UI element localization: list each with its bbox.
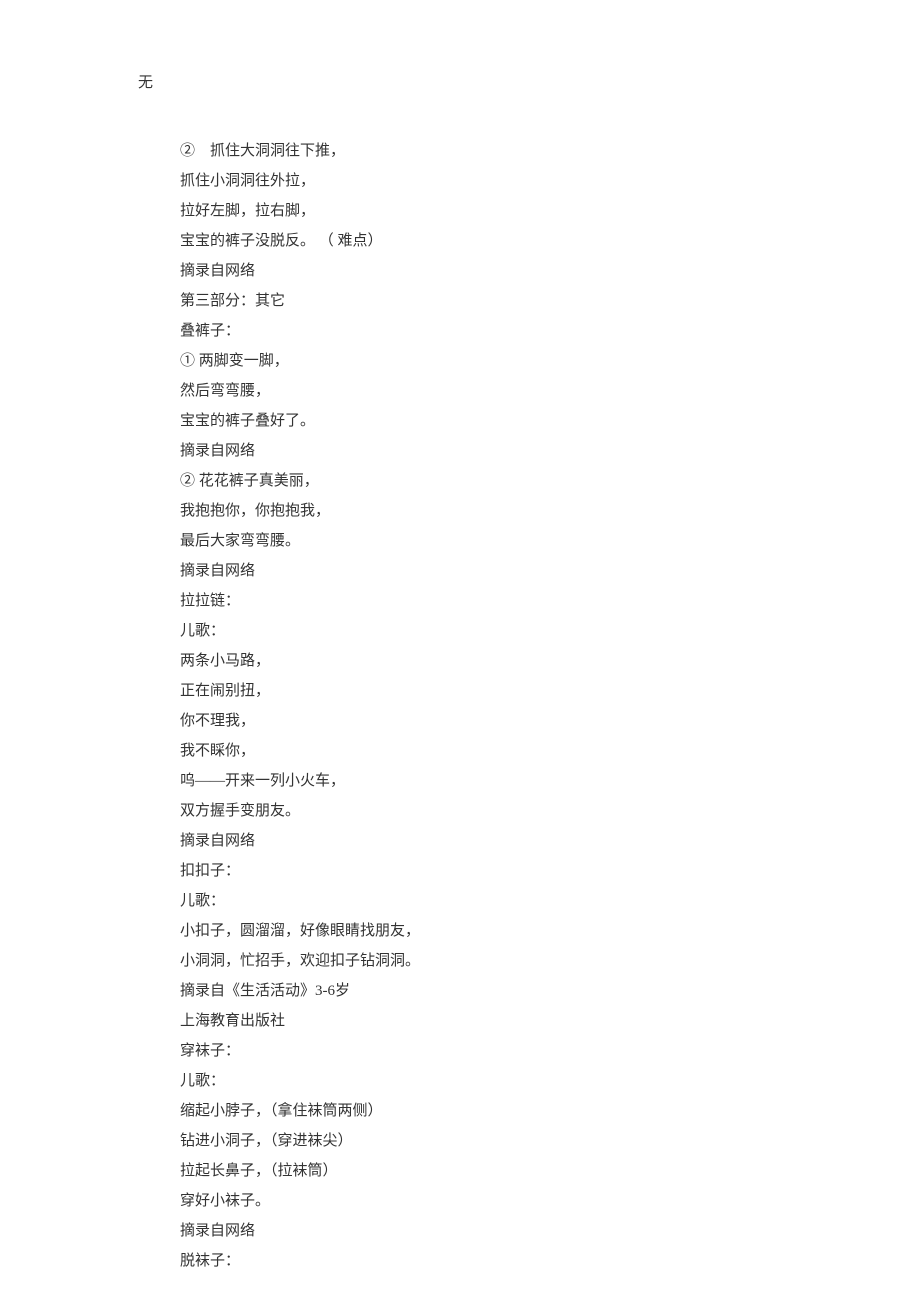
- text-line: 摘录自网络: [180, 436, 920, 466]
- text-line: 摘录自网络: [180, 556, 920, 586]
- text-line: 小扣子，圆溜溜，好像眼睛找朋友，: [180, 916, 920, 946]
- text-line: 呜——开来一列小火车，: [180, 766, 920, 796]
- text-line: 小洞洞，忙招手，欢迎扣子钻洞洞。: [180, 946, 920, 976]
- text-line: 叠裤子：: [180, 316, 920, 346]
- text-line: 摘录自网络: [180, 826, 920, 856]
- text-line: 缩起小脖子，（拿住袜筒两侧）: [180, 1096, 920, 1126]
- text-line: 我不睬你，: [180, 736, 920, 766]
- text-line: 穿袜子：: [180, 1036, 920, 1066]
- header-text: 无: [138, 75, 153, 91]
- text-line: 扣扣子：: [180, 856, 920, 886]
- text-line: 双方握手变朋友。: [180, 796, 920, 826]
- text-line: 摘录自网络: [180, 1216, 920, 1246]
- text-line: ② 抓住大洞洞往下推，: [180, 136, 920, 166]
- text-line: 我抱抱你，你抱抱我，: [180, 496, 920, 526]
- text-line: 脱袜子：: [180, 1246, 920, 1276]
- text-line: 拉起长鼻子，（拉袜筒）: [180, 1156, 920, 1186]
- text-line: 拉好左脚，拉右脚，: [180, 196, 920, 226]
- text-line: 穿好小袜子。: [180, 1186, 920, 1216]
- text-line: 宝宝的裤子没脱反。 （ 难点）: [180, 226, 920, 256]
- text-line: 摘录自网络: [180, 256, 920, 286]
- text-line: 儿歌：: [180, 886, 920, 916]
- document-content: ② 抓住大洞洞往下推， 抓住小洞洞往外拉， 拉好左脚，拉右脚， 宝宝的裤子没脱反…: [138, 136, 920, 1276]
- text-line: ① 两脚变一脚，: [180, 346, 920, 376]
- text-line: 儿歌：: [180, 616, 920, 646]
- text-line: 儿歌：: [180, 1066, 920, 1096]
- page-header: 无: [138, 68, 920, 98]
- text-line: 两条小马路，: [180, 646, 920, 676]
- text-line: 正在闹别扭，: [180, 676, 920, 706]
- text-line: ② 花花裤子真美丽，: [180, 466, 920, 496]
- text-line: 你不理我，: [180, 706, 920, 736]
- text-line: 最后大家弯弯腰。: [180, 526, 920, 556]
- text-line: 抓住小洞洞往外拉，: [180, 166, 920, 196]
- text-line: 第三部分：其它: [180, 286, 920, 316]
- text-line: 摘录自《生活活动》3-6岁: [180, 976, 920, 1006]
- text-line: 钻进小洞子，（穿进袜尖）: [180, 1126, 920, 1156]
- text-line: 然后弯弯腰，: [180, 376, 920, 406]
- text-line: 宝宝的裤子叠好了。: [180, 406, 920, 436]
- text-line: 上海教育出版社: [180, 1006, 920, 1036]
- text-line: 拉拉链：: [180, 586, 920, 616]
